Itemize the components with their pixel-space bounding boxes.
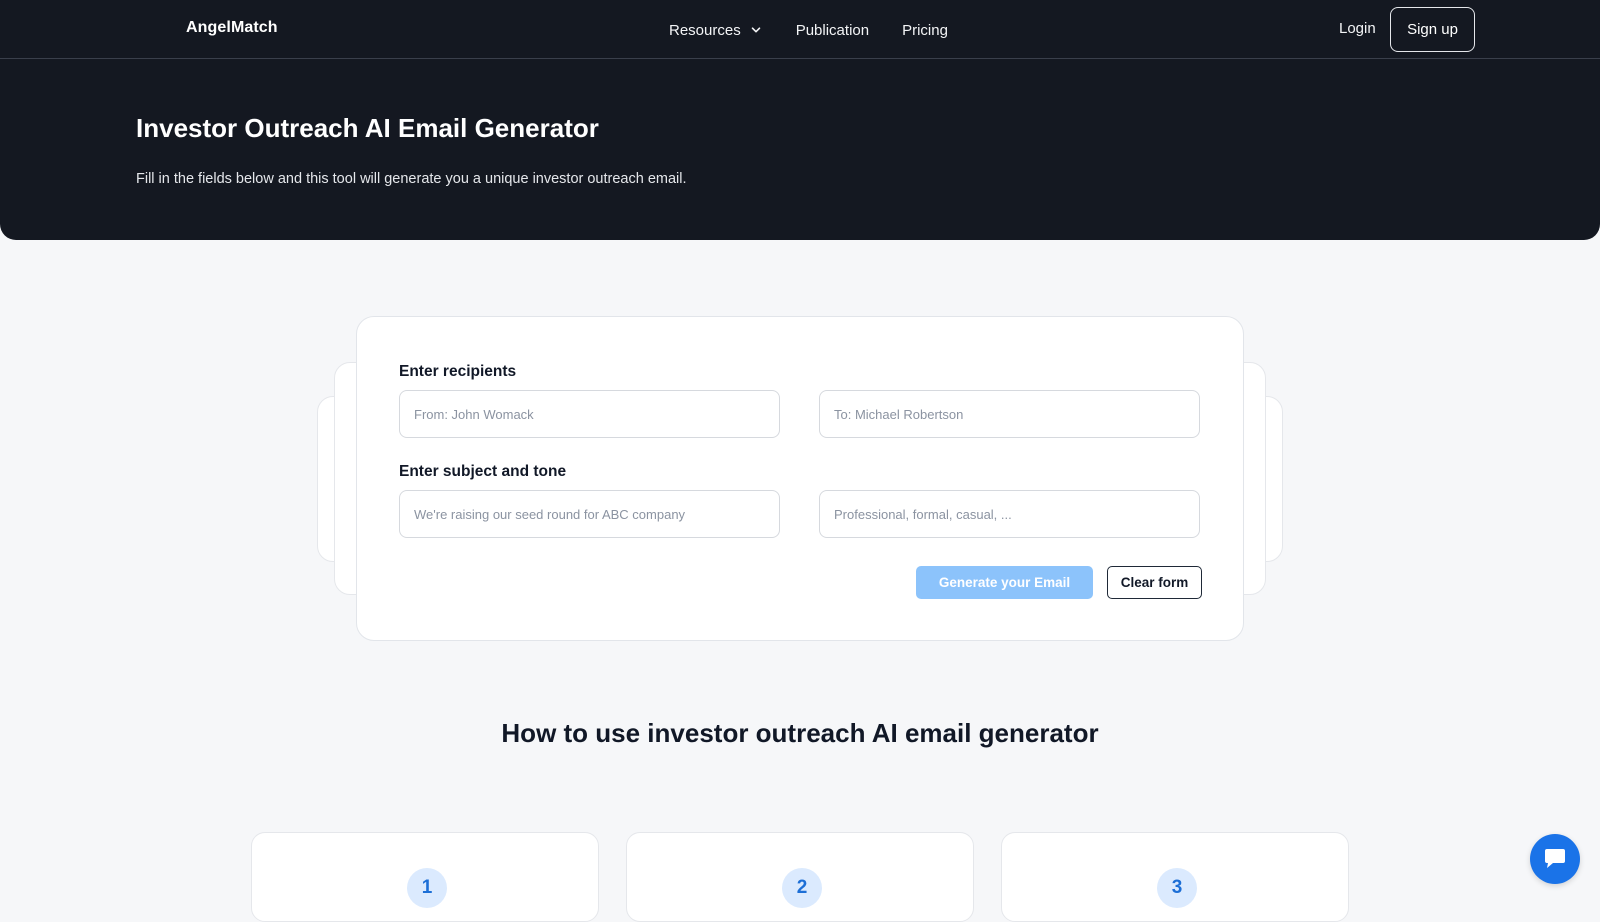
subject-field[interactable] xyxy=(399,490,780,538)
step-card-3: 3 xyxy=(1001,832,1349,922)
nav-resources[interactable]: Resources xyxy=(669,22,762,39)
chevron-down-icon xyxy=(751,27,761,33)
step-number-badge: 3 xyxy=(1157,868,1197,908)
brand-logo[interactable]: AngelMatch xyxy=(186,19,278,37)
page-title: Investor Outreach AI Email Generator xyxy=(136,113,599,143)
top-navigation: AngelMatch Resources Publication Pricing… xyxy=(0,0,1600,59)
login-link[interactable]: Login xyxy=(1339,20,1376,37)
nav-links: Resources Publication Pricing xyxy=(669,20,948,40)
generate-email-button[interactable]: Generate your Email xyxy=(916,566,1093,599)
howto-title: How to use investor outreach AI email ge… xyxy=(501,718,1099,748)
nav-publication[interactable]: Publication xyxy=(796,22,869,39)
signup-button[interactable]: Sign up xyxy=(1390,7,1475,52)
step-number-badge: 1 xyxy=(407,868,447,908)
chat-icon xyxy=(1545,849,1565,868)
nav-pricing[interactable]: Pricing xyxy=(902,22,948,39)
step-card-2: 2 xyxy=(626,832,974,922)
subject-tone-label: Enter subject and tone xyxy=(399,463,567,480)
email-generator-form: Enter recipients Enter subject and tone … xyxy=(356,316,1244,641)
recipients-label: Enter recipients xyxy=(399,363,517,380)
step-number-badge: 2 xyxy=(782,868,822,908)
step-card-1: 1 xyxy=(251,832,599,922)
clear-form-button[interactable]: Clear form xyxy=(1107,566,1202,599)
nav-resources-label: Resources xyxy=(669,21,741,39)
hero-section: AngelMatch Resources Publication Pricing… xyxy=(0,0,1600,240)
from-field[interactable] xyxy=(399,390,780,438)
chat-launcher-button[interactable] xyxy=(1530,834,1580,884)
tone-field[interactable] xyxy=(819,490,1200,538)
to-field[interactable] xyxy=(819,390,1200,438)
page-subtitle: Fill in the fields below and this tool w… xyxy=(136,171,687,187)
